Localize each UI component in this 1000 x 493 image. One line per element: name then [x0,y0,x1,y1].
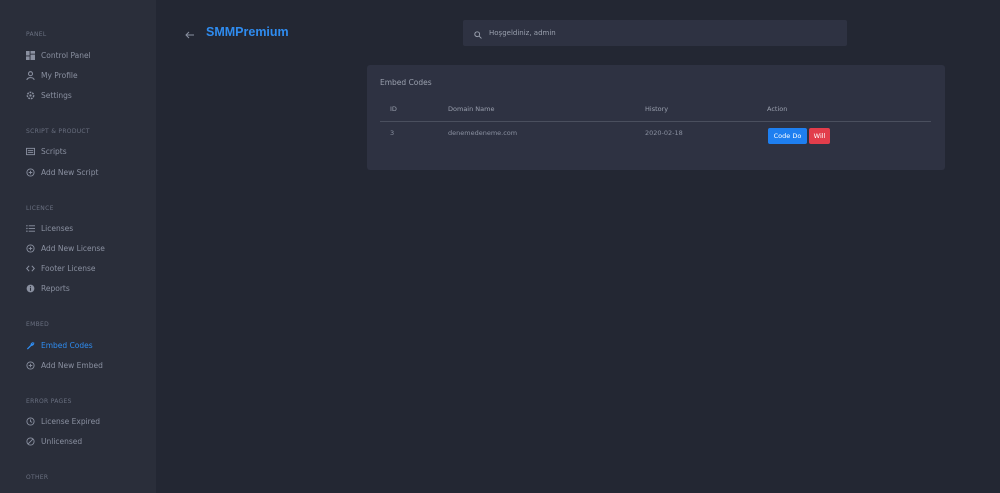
info-icon [26,284,35,293]
code-do-button[interactable]: Code Do [768,128,807,144]
sidebar-item-add-new-script[interactable]: Add New Script [26,165,146,179]
cell-id: 3 [390,129,395,137]
delete-button[interactable]: Will [809,128,830,144]
back-arrow-icon[interactable] [184,26,196,39]
sidebar-item-label: Add New Script [41,167,99,177]
sidebar-section-panel: PANEL [26,31,47,38]
sidebar-item-label: My Profile [41,70,78,80]
sidebar-item-footer-license[interactable]: Footer License [26,261,146,275]
sidebar-item-label: Add New License [41,243,105,253]
search-bar[interactable] [463,20,847,46]
list-lines-icon [26,224,35,233]
sidebar-item-label: Reports [41,283,70,293]
brand-logo[interactable]: SMMPremium [206,25,289,39]
sidebar-item-settings[interactable]: Settings [26,88,146,102]
column-header-id: ID [390,105,397,113]
gear-icon [26,91,35,100]
sidebar-item-my-profile[interactable]: My Profile [26,68,146,82]
column-header-history: History [645,105,669,113]
cell-history: 2020-02-18 [645,129,683,137]
sidebar-section-embed: EMBED [26,321,49,328]
sidebar-item-label: Footer License [41,263,96,273]
sidebar-item-add-new-embed[interactable]: Add New Embed [26,358,146,372]
card-title: Embed Codes [380,78,432,87]
plus-circle-icon [26,360,35,370]
table-header-divider [380,121,931,122]
column-header-action: Action [767,105,788,113]
search-input[interactable] [489,29,789,37]
cell-domain: denemedeneme.com [448,129,518,137]
wrench-icon [26,341,35,350]
sidebar-section-error-pages: ERROR PAGES [26,398,72,405]
dashboard-icon [26,50,35,60]
sidebar-section-licence: LICENCE [26,205,54,212]
sidebar-item-label: Control Panel [41,50,91,60]
search-icon [474,24,482,43]
sidebar-item-label: Settings [41,90,72,100]
sidebar-item-label: Scripts [41,146,67,156]
code-icon [26,264,35,273]
sidebar-item-reports[interactable]: Reports [26,281,146,295]
sidebar-item-licenses[interactable]: Licenses [26,221,146,235]
sidebar-item-scripts[interactable]: Scripts [26,144,146,158]
sidebar-item-embed-codes[interactable]: Embed Codes [26,338,146,352]
sidebar-item-label: Unlicensed [41,436,83,446]
sidebar: PANEL Control Panel My Profile Settings … [0,0,156,493]
sidebar-item-license-expired[interactable]: License Expired [26,414,146,428]
ban-icon [26,436,35,446]
sidebar-item-label: License Expired [41,416,100,426]
plus-circle-icon [26,243,35,253]
sidebar-section-script-product: SCRIPT & PRODUCT [26,128,90,135]
user-icon [26,70,35,80]
list-icon [26,147,35,156]
plus-circle-icon [26,167,35,177]
column-header-domain: Domain Name [448,105,495,113]
embed-codes-card: Embed Codes ID Domain Name History Actio… [367,65,945,170]
sidebar-item-unlicensed[interactable]: Unlicensed [26,434,146,448]
sidebar-item-label: Licenses [41,223,74,233]
sidebar-item-label: Add New Embed [41,360,103,370]
sidebar-item-add-new-license[interactable]: Add New License [26,241,146,255]
sidebar-item-control-panel[interactable]: Control Panel [26,48,146,62]
sidebar-item-label: Embed Codes [41,340,93,350]
sidebar-section-other: OTHER [26,474,49,481]
clock-icon [26,416,35,426]
